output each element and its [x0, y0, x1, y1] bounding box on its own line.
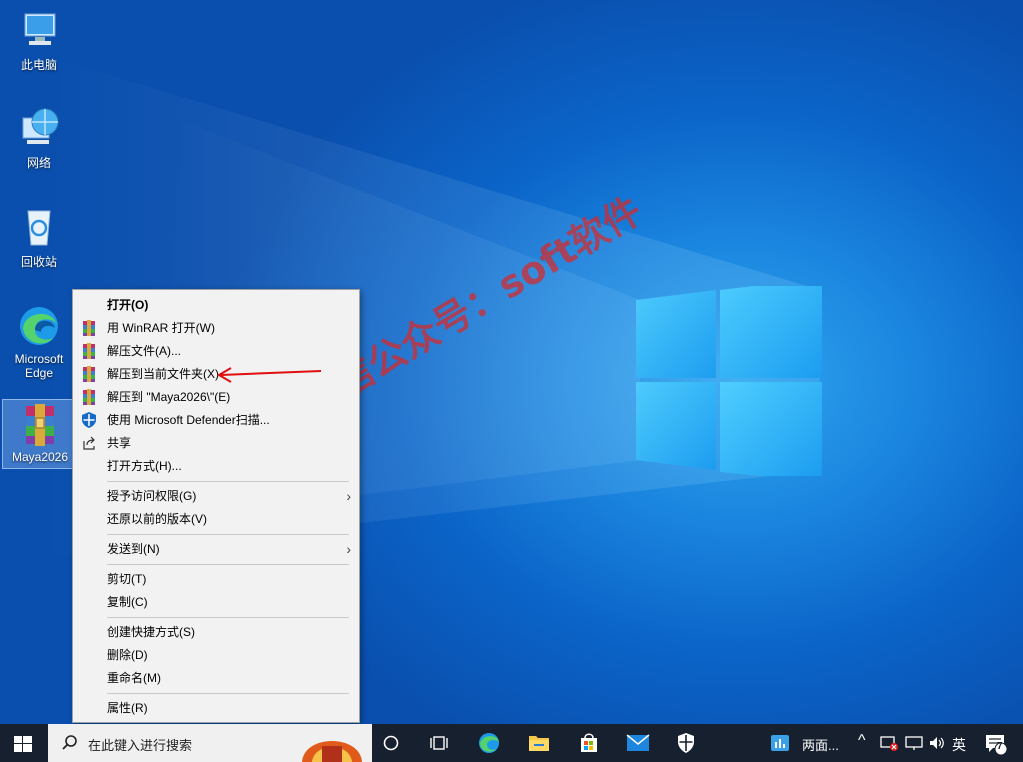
chevron-up-icon[interactable]: ^: [858, 732, 866, 750]
menu-item-rename[interactable]: 重命名(M): [73, 667, 359, 689]
windows-logo-wallpaper: [636, 286, 822, 476]
menu-item-delete[interactable]: 删除(D): [73, 644, 359, 666]
menu-item-label: 属性(R): [107, 701, 148, 715]
menu-item-label: 授予访问权限(G): [107, 489, 197, 503]
context-menu: 打开(O) 用 WinRAR 打开(W) 解压文件(A)... 解压到当前文件夹…: [72, 289, 360, 723]
menu-item-extract-to-folder[interactable]: 解压到 "Maya2026\"(E): [73, 386, 359, 408]
display-icon[interactable]: [905, 735, 923, 751]
file-explorer-icon[interactable]: [528, 733, 550, 753]
desktop-icon-recycle-bin[interactable]: 回收站: [2, 203, 76, 270]
search-highlight-illustration-icon: [302, 741, 362, 762]
desktop-icon-edge[interactable]: Microsoft Edge: [2, 302, 76, 380]
task-view-icon[interactable]: [430, 735, 448, 751]
menu-item-label: 删除(D): [107, 648, 148, 662]
menu-item-label: 还原以前的版本(V): [107, 512, 207, 526]
winrar-icon: [83, 320, 95, 336]
menu-item-label: 解压到 "Maya2026\"(E): [107, 390, 231, 404]
computer-icon: [24, 13, 56, 45]
notification-center-icon[interactable]: [985, 733, 1007, 755]
store-icon[interactable]: [578, 732, 600, 754]
winrar-archive-icon: [26, 404, 54, 446]
menu-item-label: 打开(O): [107, 298, 149, 312]
network-status-icon[interactable]: [880, 735, 898, 751]
menu-item-copy[interactable]: 复制(C): [73, 591, 359, 613]
desktop-icon-network[interactable]: 网络: [2, 104, 76, 171]
search-icon: [62, 735, 77, 750]
desktop-icon-label: 此电脑: [20, 58, 57, 72]
winrar-icon: [83, 389, 95, 405]
share-icon: [83, 436, 95, 450]
menu-item-label: 创建快捷方式(S): [107, 625, 195, 639]
menu-separator: [107, 481, 349, 482]
desktop-icon-label: 网络: [26, 156, 51, 170]
menu-item-label: 重命名(M): [107, 671, 161, 685]
menu-item-cut[interactable]: 剪切(T): [73, 568, 359, 590]
chevron-right-icon: ›: [346, 541, 351, 557]
desktop-icon-label: Microsoft Edge: [14, 352, 64, 380]
menu-item-label: 复制(C): [107, 595, 148, 609]
menu-item-create-shortcut[interactable]: 创建快捷方式(S): [73, 621, 359, 643]
menu-item-label: 发送到(N): [107, 542, 160, 556]
menu-item-grant-access[interactable]: 授予访问权限(G) ›: [73, 485, 359, 507]
menu-item-open[interactable]: 打开(O): [73, 294, 359, 316]
desktop: 此电脑 网络 回收站 Microsoft Edge Maya2026 微信公众号…: [0, 0, 1023, 724]
menu-item-label: 解压文件(A)...: [107, 344, 181, 358]
menu-item-defender-scan[interactable]: 使用 Microsoft Defender扫描...: [73, 409, 359, 431]
menu-separator: [107, 617, 349, 618]
taskbar-search-box[interactable]: 在此键入进行搜索: [48, 724, 372, 762]
desktop-icon-label: Maya2026: [11, 450, 69, 464]
taskbar: 在此键入进行搜索 两面... ^ 英 7: [0, 724, 1023, 762]
menu-item-share[interactable]: 共享: [73, 432, 359, 454]
notification-count-badge: 7: [997, 741, 1003, 752]
edge-taskbar-icon[interactable]: [478, 732, 500, 754]
widget-label[interactable]: 两面...: [802, 735, 839, 754]
chevron-right-icon: ›: [346, 488, 351, 504]
desktop-icon-maya2026[interactable]: Maya2026: [2, 399, 78, 469]
menu-item-label: 使用 Microsoft Defender扫描...: [107, 413, 270, 427]
desktop-icon-label: 回收站: [20, 255, 57, 269]
menu-item-properties[interactable]: 属性(R): [73, 697, 359, 719]
red-annotation-arrow-icon: [217, 367, 322, 383]
winrar-icon: [83, 343, 95, 359]
menu-separator: [107, 564, 349, 565]
menu-item-label: 用 WinRAR 打开(W): [107, 321, 215, 335]
network-icon: [22, 108, 59, 144]
mail-icon[interactable]: [626, 734, 650, 752]
volume-icon[interactable]: [928, 735, 946, 751]
defender-taskbar-icon[interactable]: [677, 733, 695, 753]
menu-item-label: 共享: [107, 436, 132, 450]
menu-item-open-with-winrar[interactable]: 用 WinRAR 打开(W): [73, 317, 359, 339]
menu-item-send-to[interactable]: 发送到(N) ›: [73, 538, 359, 560]
recycle-bin-icon: [27, 210, 51, 246]
widget-weather-icon[interactable]: [770, 734, 790, 752]
menu-item-open-with[interactable]: 打开方式(H)...: [73, 455, 359, 477]
menu-separator: [107, 693, 349, 694]
winrar-icon: [83, 366, 95, 382]
menu-item-label: 打开方式(H)...: [107, 459, 182, 473]
desktop-icon-this-pc[interactable]: 此电脑: [2, 6, 76, 73]
menu-item-label: 解压到当前文件夹(X): [107, 367, 219, 381]
windows-start-icon[interactable]: [14, 736, 32, 752]
ime-indicator[interactable]: 英: [952, 735, 966, 755]
cortana-icon[interactable]: [383, 735, 399, 751]
edge-icon: [20, 307, 58, 345]
search-placeholder: 在此键入进行搜索: [88, 738, 193, 753]
menu-item-restore-versions[interactable]: 还原以前的版本(V): [73, 508, 359, 530]
menu-item-label: 剪切(T): [107, 572, 147, 586]
defender-shield-icon: [82, 412, 96, 428]
menu-item-extract-files[interactable]: 解压文件(A)...: [73, 340, 359, 362]
menu-separator: [107, 534, 349, 535]
